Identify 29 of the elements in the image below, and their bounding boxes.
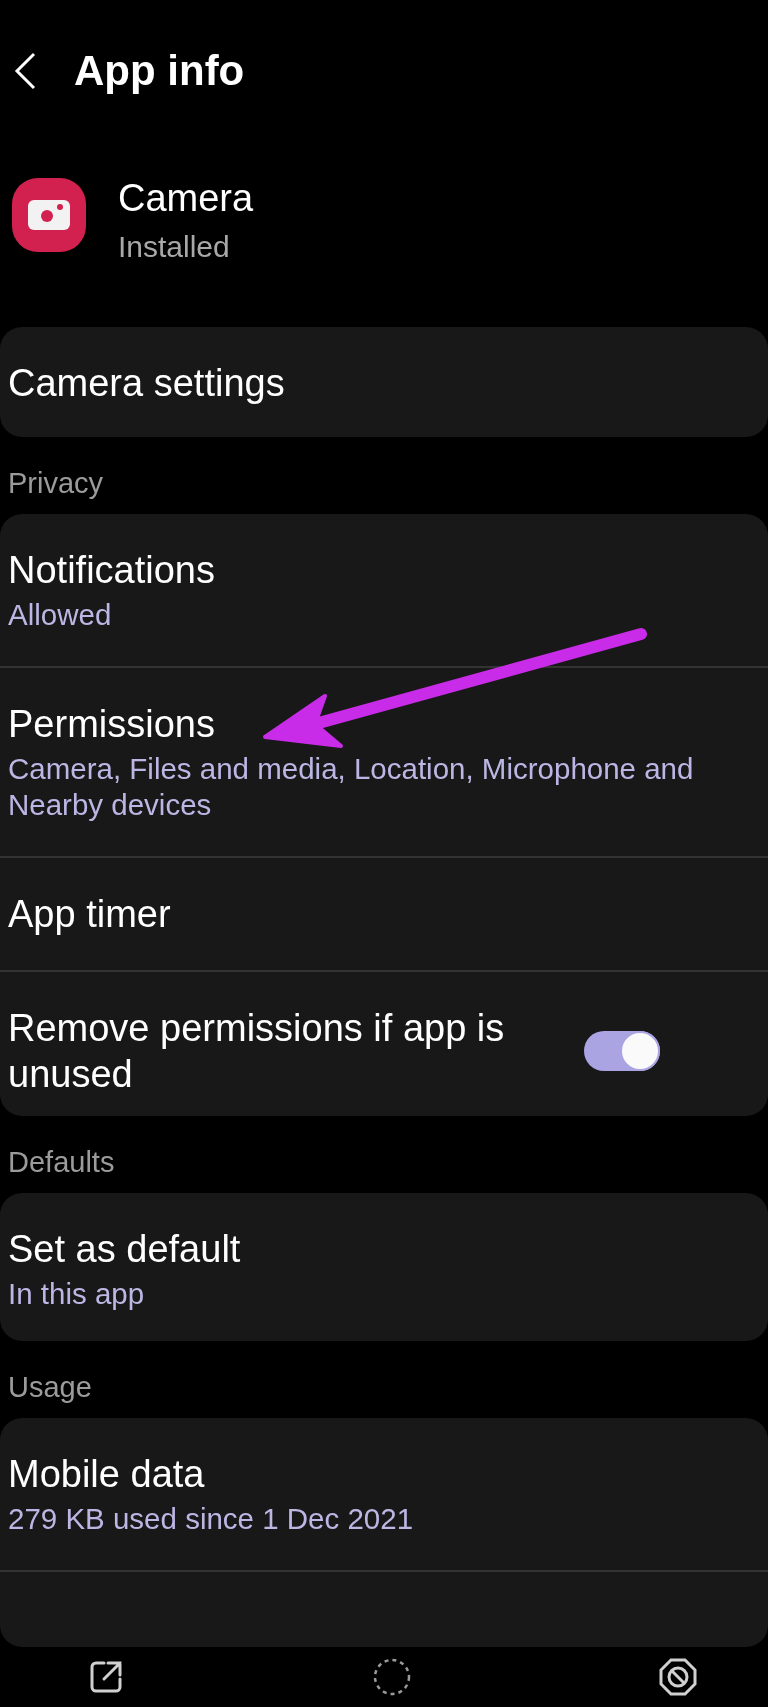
dotted-circle-button[interactable] [372,1657,412,1697]
page-title: App info [74,47,245,96]
item-title: Camera settings [8,361,286,407]
item-title: App timer [8,891,172,937]
item-subtitle: 279 KB used since 1 Dec 2021 [8,1501,415,1538]
toggle-row[interactable]: Remove permissions if app is unused [0,969,768,1116]
item-subtitle: Camera, Files and media, Location, Microphone and Nearby devices [8,750,695,823]
item-title: Notifications [8,547,216,593]
item-title: Set as default [8,1226,242,1272]
dotted-circle-icon [372,1657,412,1697]
settings-item[interactable]: App timer [0,855,768,970]
item-title: Remove permissions if app is unused [8,1005,506,1097]
section-label: Defaults [7,1144,116,1180]
settings-item[interactable]: Set as default In this app [0,1192,768,1342]
block-icon [658,1657,698,1697]
toggle-switch[interactable] [584,1030,660,1071]
settings-item[interactable]: Camera settings [0,327,768,437]
item-title: Mobile data [8,1452,206,1498]
settings-item[interactable]: Mobile data 279 KB used since 1 Dec 2021 [0,1418,768,1571]
section-label: Privacy [7,465,105,501]
item-subtitle: In this app [8,1275,146,1312]
section-label: Usage [7,1370,93,1406]
item-subtitle: Allowed [8,596,113,633]
app-status: Installed [118,229,231,264]
camera-app-icon [12,177,86,252]
item-title: Permissions [8,701,216,747]
settings-item[interactable]: Notifications Allowed [0,513,768,666]
app-name: Camera [118,176,254,220]
block-button[interactable] [658,1657,698,1697]
